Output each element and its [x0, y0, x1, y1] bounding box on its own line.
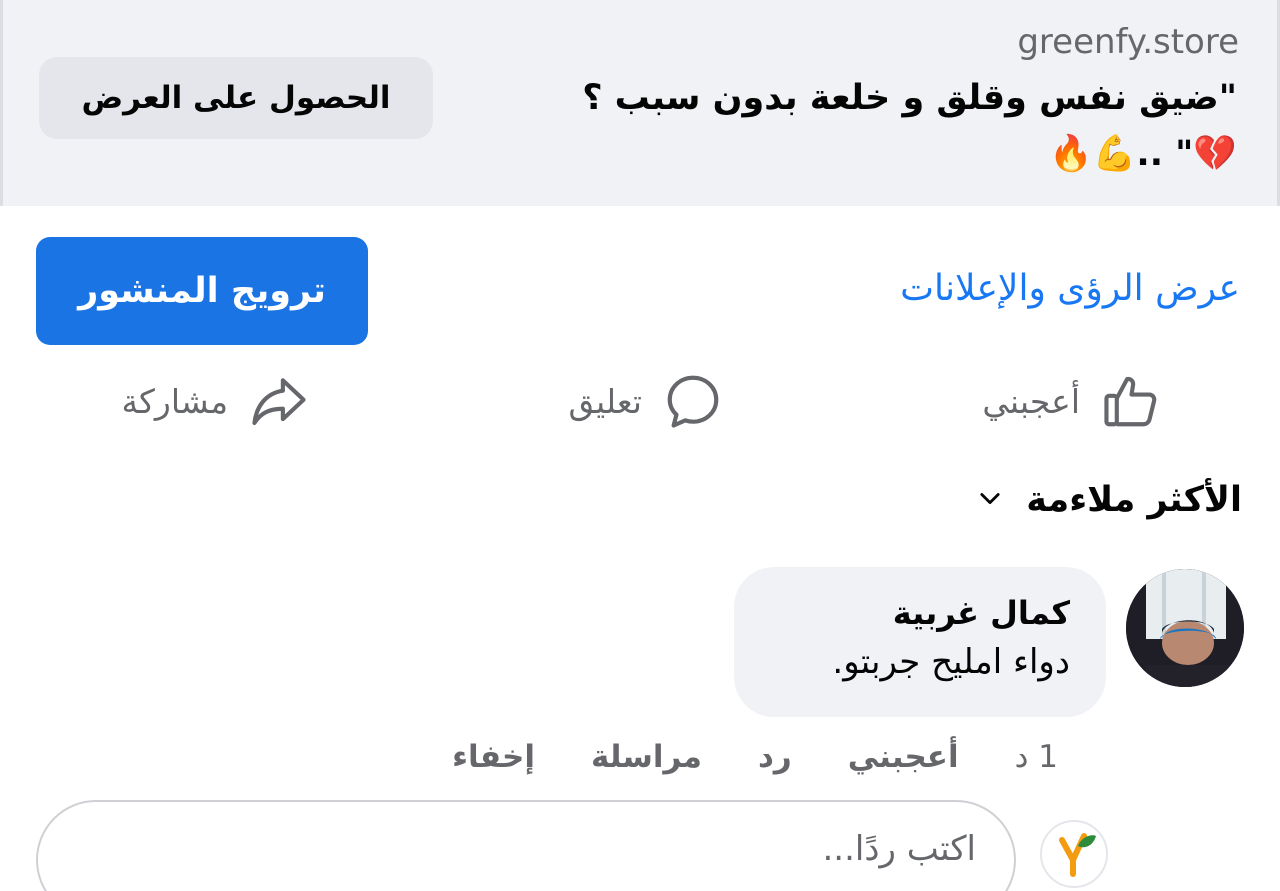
share-arrow-icon: [248, 370, 310, 432]
page-avatar: [1040, 820, 1108, 888]
comment-bubble: كمال غربية دواء امليح جربتو.: [734, 567, 1106, 717]
comment-label: تعليق: [568, 381, 642, 421]
reply-input[interactable]: [36, 800, 1016, 891]
share-label: مشاركة: [121, 381, 228, 421]
comment-text: دواء امليح جربتو.: [832, 642, 1070, 682]
sort-label: الأكثر ملاءمة: [1026, 480, 1242, 520]
ad-headline: "ضيق نفس وقلق و خلعة بدون سبب ؟ 💔" ..💪🔥: [582, 78, 1237, 174]
comment-like-button[interactable]: أعجبني: [848, 739, 959, 775]
boost-post-button[interactable]: ترويج المنشور: [36, 237, 368, 345]
ad-domain: greenfy.store: [1017, 22, 1239, 62]
comment-meta: 1 د أعجبني رد مراسلة إخفاء: [452, 730, 1058, 784]
comment-message-button[interactable]: مراسلة: [591, 739, 702, 775]
comment-button[interactable]: تعليق: [568, 366, 724, 436]
comment-author[interactable]: كمال غربية: [770, 589, 1070, 637]
share-button[interactable]: مشاركة: [121, 366, 310, 436]
ad-preview[interactable]: greenfy.store "ضيق نفس وقلق و خلعة بدون …: [0, 0, 1280, 206]
like-button[interactable]: أعجبني: [982, 366, 1162, 436]
commenter-avatar[interactable]: [1126, 569, 1244, 687]
comment-bubble-icon: [662, 370, 724, 432]
comment-time: 1 د: [1014, 739, 1058, 775]
comment-reply-button[interactable]: رد: [758, 739, 792, 775]
thumbs-up-icon: [1100, 370, 1162, 432]
get-offer-button[interactable]: الحصول على العرض: [39, 57, 433, 139]
view-insights-link[interactable]: عرض الرؤى والإعلانات: [900, 268, 1240, 309]
comment-sort-dropdown[interactable]: الأكثر ملاءمة: [976, 474, 1242, 526]
like-label: أعجبني: [982, 381, 1080, 421]
chevron-down-icon: [976, 484, 1004, 516]
comment-hide-button[interactable]: إخفاء: [452, 739, 535, 775]
